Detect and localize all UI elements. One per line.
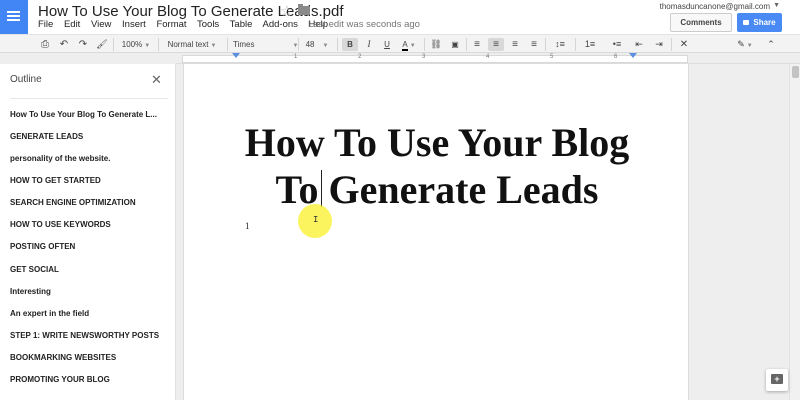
decrease-indent-icon[interactable]: ⇤ (632, 38, 646, 51)
menu-bar: File Edit View Insert Format Tools Table… (38, 19, 336, 30)
text-color-button[interactable]: A ▼ (398, 38, 420, 51)
outline-panel: Outline ✕ How To Use Your Blog To Genera… (0, 64, 176, 400)
document-canvas: How To Use Your Blog To Generate Leads 1… (177, 64, 789, 400)
text-color-value: A (402, 40, 408, 51)
align-center-icon[interactable]: ≡ (488, 38, 504, 51)
zoom-value: 100% (121, 40, 143, 49)
line-spacing-icon[interactable]: ↕≡ (549, 38, 571, 51)
font-size-select[interactable]: 48 ▼ (302, 38, 332, 51)
lock-icon (743, 20, 750, 25)
menu-view[interactable]: View (91, 19, 111, 30)
heading-line-1: How To Use Your Blog (244, 120, 630, 165)
account-caret-icon[interactable]: ▼ (773, 2, 780, 9)
ruler: 1 2 3 4 5 6 (176, 53, 800, 64)
zoom-select[interactable]: 100% ▼ (118, 38, 154, 51)
folder-icon[interactable] (298, 4, 310, 15)
justify-icon[interactable]: ≡ (527, 38, 541, 51)
numbered-list-icon[interactable]: 1≡ (580, 38, 600, 51)
toolbar: ⎙ ↶ ↷ 🖌 100% ▼ Normal text ▼ Times ▼ 48 ▼ B … (0, 34, 800, 53)
italic-button[interactable]: I (362, 38, 376, 51)
align-left-icon[interactable]: ≡ (470, 38, 484, 51)
increase-indent-icon[interactable]: ⇥ (652, 38, 666, 51)
last-edit-status[interactable]: Last edit was seconds ago (308, 19, 420, 30)
ruler-number: 6 (614, 54, 618, 60)
explore-button[interactable]: + (766, 369, 788, 391)
page-number: 1 (245, 221, 250, 231)
account-email[interactable]: thomasduncanone@gmail.com (660, 2, 770, 11)
menu-edit[interactable]: Edit (64, 19, 80, 30)
clear-formatting-icon[interactable]: ✕ (677, 38, 691, 51)
outline-item[interactable]: GENERATE LEADS (10, 132, 172, 141)
comment-icon[interactable]: ▣ (448, 38, 462, 51)
ruler-number: 4 (486, 54, 490, 60)
outline-item[interactable]: HOW TO USE KEYWORDS (10, 220, 172, 229)
font-value: Times (233, 40, 255, 49)
style-select[interactable]: Normal text ▼ (163, 38, 221, 51)
menu-addons[interactable]: Add-ons (263, 19, 298, 30)
ruler-track (182, 55, 688, 63)
menu-tools[interactable]: Tools (197, 19, 219, 30)
document-heading[interactable]: How To Use Your Blog To Generate Leads (184, 119, 690, 213)
outline-title: Outline (10, 74, 42, 85)
menu-table[interactable]: Table (230, 19, 253, 30)
outline-item[interactable]: SEARCH ENGINE OPTIMIZATION (10, 198, 172, 207)
outline-item[interactable]: PROMOTING YOUR BLOG (10, 375, 172, 384)
menu-insert[interactable]: Insert (122, 19, 146, 30)
star-icon[interactable]: ☆ (280, 2, 293, 20)
outline-item[interactable]: How To Use Your Blog To Generate L... (10, 110, 172, 119)
ruler-number: 2 (358, 54, 362, 60)
underline-button[interactable]: U (380, 38, 394, 51)
add-comment-icon: + (771, 374, 783, 384)
ruler-number: 1 (294, 54, 298, 60)
link-icon[interactable]: ⛓ (429, 38, 443, 51)
scrollbar-thumb[interactable] (792, 66, 799, 78)
document-page[interactable]: How To Use Your Blog To Generate Leads 1… (183, 64, 689, 400)
menu-format[interactable]: Format (156, 19, 186, 30)
font-select[interactable]: Times ▼ (233, 38, 298, 51)
outline-item[interactable]: Interesting (10, 287, 172, 296)
collapse-toolbar-icon[interactable]: ⌃ (764, 38, 778, 51)
align-right-icon[interactable]: ≡ (508, 38, 522, 51)
vertical-scrollbar[interactable] (789, 64, 800, 400)
redo-icon[interactable]: ↷ (76, 38, 90, 51)
editing-mode-icon[interactable]: ✎ ▼ (734, 38, 756, 51)
outline-item[interactable]: An expert in the field (10, 309, 172, 318)
share-button[interactable]: Share (737, 13, 782, 32)
menu-file[interactable]: File (38, 19, 53, 30)
outline-item[interactable]: GET SOCIAL (10, 265, 172, 274)
outline-item[interactable]: STEP 1: WRITE NEWSWORTHY POSTS (10, 331, 172, 340)
outline-item[interactable]: personality of the website. (10, 154, 172, 163)
docs-home-icon[interactable] (0, 0, 28, 34)
text-cursor (321, 170, 322, 207)
bulleted-list-icon[interactable]: •≡ (607, 38, 627, 51)
outline-item[interactable]: POSTING OFTEN (10, 242, 172, 251)
print-icon[interactable]: ⎙ (38, 38, 52, 51)
ibeam-cursor-icon: I (313, 215, 319, 225)
heading-line-2: To Generate Leads (275, 167, 599, 212)
chevron-down-icon: ▼ (144, 43, 151, 49)
comments-button[interactable]: Comments (670, 13, 732, 32)
chevron-down-icon: ▼ (409, 43, 416, 49)
outline-divider (10, 98, 168, 99)
outline-item[interactable]: HOW TO GET STARTED (10, 176, 172, 185)
paint-format-icon[interactable]: 🖌 (95, 38, 109, 51)
left-indent-marker[interactable] (232, 53, 240, 58)
right-indent-marker[interactable] (629, 53, 637, 58)
share-label: Share (753, 18, 776, 27)
bold-button[interactable]: B (342, 38, 358, 51)
font-size-value: 48 (305, 40, 315, 49)
ruler-number: 5 (550, 54, 554, 60)
chevron-down-icon: ▼ (322, 43, 329, 49)
title-bar: How To Use Your Blog To Generate Leads.p… (0, 0, 800, 34)
close-icon[interactable]: ✕ (151, 72, 162, 88)
undo-icon[interactable]: ↶ (57, 38, 71, 51)
chevron-down-icon: ▼ (746, 43, 753, 49)
outline-item[interactable]: BOOKMARKING WEBSITES (10, 353, 172, 362)
chevron-down-icon: ▼ (210, 43, 217, 49)
ruler-number: 3 (422, 54, 426, 60)
style-value: Normal text (167, 40, 209, 49)
